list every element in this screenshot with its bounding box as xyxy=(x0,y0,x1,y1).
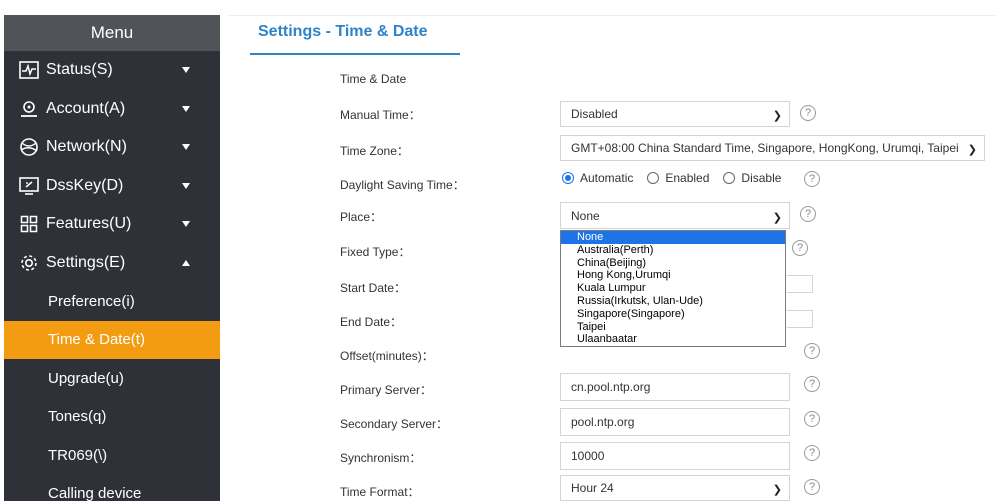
help-icon[interactable]: ? xyxy=(804,445,820,461)
time-zone-label: Time Zone： xyxy=(340,144,409,158)
title-underline xyxy=(250,53,460,55)
time-format-select[interactable]: Hour 24 ❯ xyxy=(560,475,790,501)
dst-enabled-label: Enabled xyxy=(665,171,710,185)
help-icon[interactable]: ? xyxy=(792,240,808,256)
dst-automatic-label: Automatic xyxy=(580,171,634,185)
nav-label: DssKey(D) xyxy=(46,176,124,194)
fixed-type-label: Fixed Type： xyxy=(340,245,411,259)
chevron-down-icon: ❯ xyxy=(772,484,782,496)
end-date-field[interactable] xyxy=(787,310,813,328)
dropdown-option[interactable]: China(Beijing) xyxy=(561,257,785,270)
time-format-label: Time Format： xyxy=(340,485,420,499)
synchronism-input[interactable]: 10000 xyxy=(560,442,790,470)
sub-tones[interactable]: Tones(q) xyxy=(4,398,220,437)
help-icon[interactable]: ? xyxy=(804,411,820,427)
dsskey-icon xyxy=(18,175,40,197)
place-select[interactable]: None ❯ xyxy=(560,202,790,229)
chevron-down-icon xyxy=(182,67,190,74)
menu-title: Menu xyxy=(4,15,220,51)
help-icon[interactable]: ? xyxy=(800,105,816,121)
secondary-server-label: Secondary Server： xyxy=(340,417,449,431)
dropdown-option[interactable]: Russia(Irkutsk, Ulan-Ude) xyxy=(561,295,785,308)
sub-preference[interactable]: Preference(i) xyxy=(4,282,220,321)
chevron-up-icon xyxy=(182,259,190,266)
dropdown-option[interactable]: Ulaanbaatar xyxy=(561,333,785,346)
nav-label: Features(U) xyxy=(46,215,132,233)
manual-time-select[interactable]: Disabled ❯ xyxy=(560,101,790,127)
place-label: Place： xyxy=(340,210,383,224)
dst-enabled-radio[interactable] xyxy=(647,172,660,184)
network-icon xyxy=(18,136,40,158)
nav-features[interactable]: Features(U) xyxy=(4,205,220,244)
time-zone-value: GMT+08:00 China Standard Time, Singapore… xyxy=(571,141,959,155)
dst-label: Daylight Saving Time： xyxy=(340,178,465,192)
secondary-server-input[interactable]: pool.ntp.org xyxy=(560,408,790,436)
help-icon[interactable]: ? xyxy=(800,206,816,222)
time-zone-select[interactable]: GMT+08:00 China Standard Time, Singapore… xyxy=(560,135,985,161)
secondary-server-value: pool.ntp.org xyxy=(571,415,635,429)
chevron-down-icon xyxy=(182,182,190,189)
primary-server-label: Primary Server： xyxy=(340,383,433,397)
synchronism-label: Synchronism： xyxy=(340,451,422,465)
chevron-down-icon xyxy=(182,105,190,112)
chevron-down-icon xyxy=(182,221,190,228)
sidebar: Menu Status(S) Account(A) Network(N) Dss… xyxy=(4,15,220,501)
features-icon xyxy=(18,213,40,235)
help-icon[interactable]: ? xyxy=(804,376,820,392)
nav-label: Settings(E) xyxy=(46,253,126,271)
chevron-down-icon: ❯ xyxy=(772,110,782,122)
offset-label: Offset(minutes)： xyxy=(340,349,434,363)
nav-network[interactable]: Network(N) xyxy=(4,128,220,167)
dropdown-option[interactable]: Hong Kong,Urumqi xyxy=(561,269,785,282)
dst-radio-group: Automatic Enabled Disable xyxy=(562,171,795,185)
dropdown-option[interactable]: Australia(Perth) xyxy=(561,244,785,257)
place-dropdown-list: None Australia(Perth) China(Beijing) Hon… xyxy=(560,230,786,348)
help-icon[interactable]: ? xyxy=(804,171,820,187)
dropdown-option[interactable]: Taipei xyxy=(561,321,785,334)
dst-disable-label: Disable xyxy=(741,171,782,185)
manual-time-label: Manual Time： xyxy=(340,108,421,122)
manual-time-value: Disabled xyxy=(571,107,618,121)
dropdown-option[interactable]: Singapore(Singapore) xyxy=(561,308,785,321)
sub-calling-device[interactable]: Calling device xyxy=(4,475,220,501)
end-date-label: End Date： xyxy=(340,315,403,329)
dst-disable-radio[interactable] xyxy=(723,172,736,184)
page-title: Settings - Time & Date xyxy=(258,23,428,40)
nav-account[interactable]: Account(A) xyxy=(4,90,220,129)
nav-label: Network(N) xyxy=(46,138,127,156)
top-divider xyxy=(228,15,996,16)
status-icon xyxy=(18,59,40,81)
dropdown-option[interactable]: None xyxy=(561,231,785,244)
chevron-down-icon: ❯ xyxy=(967,144,977,156)
nav-label: Status(S) xyxy=(46,61,113,79)
account-icon xyxy=(18,98,40,120)
chevron-down-icon xyxy=(182,144,190,151)
sub-upgrade[interactable]: Upgrade(u) xyxy=(4,359,220,398)
primary-server-input[interactable]: cn.pool.ntp.org xyxy=(560,373,790,401)
nav-status[interactable]: Status(S) xyxy=(4,51,220,90)
primary-server-value: cn.pool.ntp.org xyxy=(571,380,651,394)
section-label: Time & Date xyxy=(340,72,407,86)
nav-label: Account(A) xyxy=(46,99,126,117)
place-value: None xyxy=(571,208,600,223)
sub-time-date[interactable]: Time & Date(t) xyxy=(4,320,220,359)
help-icon[interactable]: ? xyxy=(804,479,820,495)
nav-dsskey[interactable]: DssKey(D) xyxy=(4,167,220,206)
chevron-down-icon: ❯ xyxy=(772,211,782,224)
start-date-field[interactable] xyxy=(787,275,813,293)
sub-tr069[interactable]: TR069(\) xyxy=(4,436,220,475)
synchronism-value: 10000 xyxy=(571,449,605,463)
start-date-label: Start Date： xyxy=(340,281,407,295)
dropdown-option[interactable]: Kuala Lumpur xyxy=(561,282,785,295)
help-icon[interactable]: ? xyxy=(804,343,820,359)
time-format-value: Hour 24 xyxy=(571,481,614,495)
nav-settings[interactable]: Settings(E) xyxy=(4,244,220,283)
settings-icon xyxy=(18,252,40,274)
dst-automatic-radio[interactable] xyxy=(562,172,574,184)
